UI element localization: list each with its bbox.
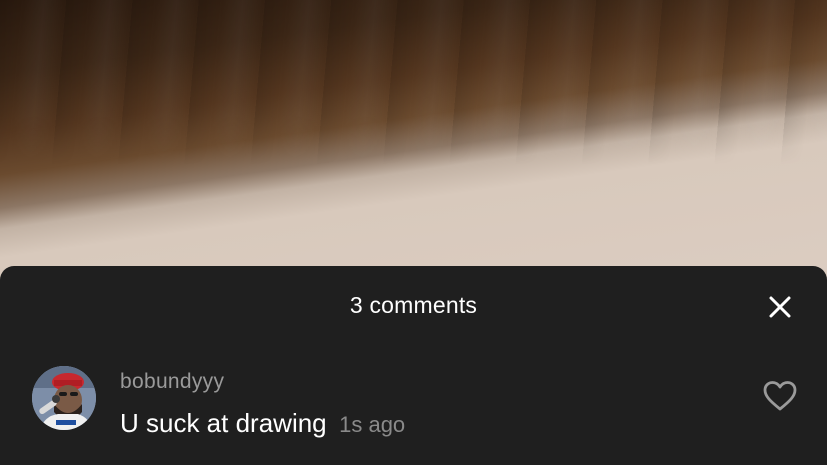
- avatar[interactable]: [32, 366, 96, 430]
- comment-text: U suck at drawing: [120, 408, 327, 438]
- like-button[interactable]: [762, 380, 798, 412]
- comments-sheet-header: 3 comments: [0, 266, 827, 346]
- comment-username[interactable]: bobundyyy: [120, 370, 224, 394]
- video-background[interactable]: [0, 0, 827, 300]
- comment-body: U suck at drawing 1s ago: [120, 408, 405, 439]
- close-icon: [769, 296, 791, 318]
- comment-timestamp: 1s ago: [339, 412, 406, 437]
- avatar-image: [32, 366, 96, 430]
- comment-item: bobundyyy U suck at drawing 1s ago: [0, 364, 827, 454]
- comments-count-title: 3 comments: [349, 292, 478, 318]
- close-button[interactable]: [766, 293, 794, 321]
- comments-screen: 3 comments bobundyyy U suck at drawing 1…: [0, 0, 827, 465]
- comments-sheet: 3 comments bobundyyy U suck at drawing 1…: [0, 266, 827, 465]
- heart-outline-icon: [763, 381, 797, 411]
